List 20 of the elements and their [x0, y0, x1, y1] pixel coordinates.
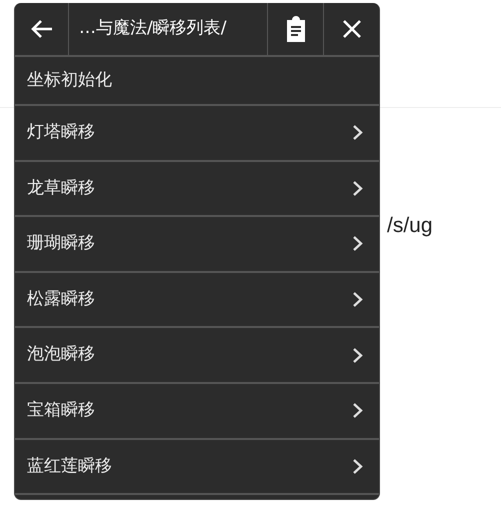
chevron-icon — [352, 402, 363, 420]
close-icon — [342, 20, 360, 38]
chevron-icon — [352, 124, 363, 142]
menu-item[interactable]: 松露瞬移 — [15, 272, 379, 328]
chevron-icon — [352, 291, 363, 308]
page-text: /s/ug — [387, 213, 433, 239]
menu-item[interactable]: 龙草瞬移 — [15, 162, 379, 218]
clipboard-icon — [284, 16, 306, 42]
menu-title: …与魔法/瞬移列表/ — [69, 3, 268, 55]
menu-item[interactable]: 宝箱瞬移 — [15, 384, 379, 440]
chevron-icon — [352, 235, 363, 252]
menu-item[interactable]: 蓝红莲瞬移 — [15, 440, 379, 496]
menu-item[interactable]: 珊瑚瞬移 — [15, 217, 379, 273]
chevron-icon — [352, 180, 363, 197]
back-icon — [30, 19, 52, 39]
chevron-icon — [352, 346, 363, 364]
chevron-icon — [352, 458, 363, 475]
menu-item[interactable]: 灯塔瞬移 — [15, 106, 379, 162]
menu-item[interactable]: 泡泡瞬移 — [15, 328, 379, 384]
menu-item[interactable]: 坐标初始化 — [15, 57, 379, 106]
